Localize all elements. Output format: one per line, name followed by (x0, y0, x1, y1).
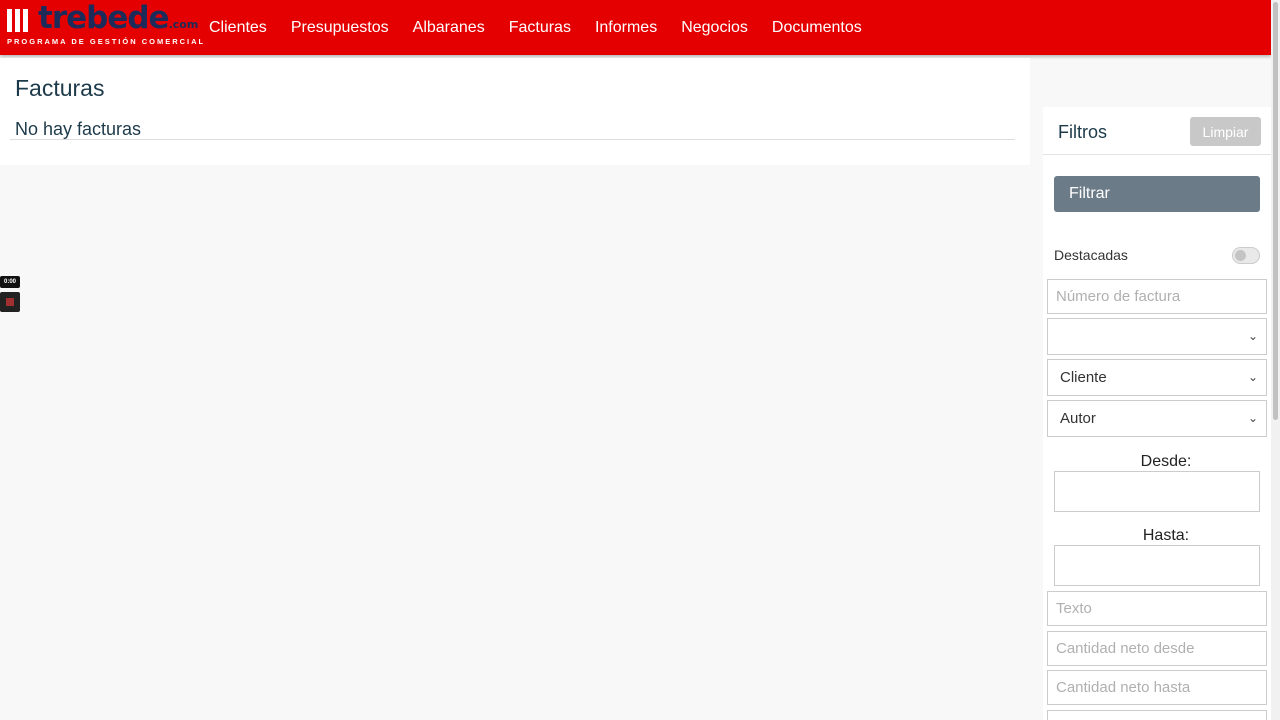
chevron-down-icon: ⌄ (1247, 329, 1258, 343)
main-nav: Clientes Presupuestos Albaranes Facturas… (209, 19, 886, 37)
invoices-panel: Facturas No hay facturas (0, 58, 1030, 165)
client-select-value: Cliente (1060, 369, 1107, 386)
featured-label: Destacadas (1054, 247, 1128, 263)
recorder-timer: 0:00 (0, 276, 20, 288)
filters-title: Filtros (1058, 122, 1107, 142)
clear-filters-button[interactable]: Limpiar (1190, 117, 1261, 146)
date-from-label: Desde: (1140, 453, 1192, 470)
featured-row: Destacadas (1054, 245, 1260, 267)
page-title: Facturas (15, 75, 105, 101)
nav-documentos[interactable]: Documentos (772, 19, 862, 37)
stop-icon (6, 298, 14, 306)
nav-facturas[interactable]: Facturas (509, 19, 571, 37)
status-select[interactable]: ⌄ (1047, 318, 1267, 355)
nav-albaranes[interactable]: Albaranes (413, 19, 485, 37)
filters-panel: Filtros Limpiar Filtrar Destacadas ⌄ Cli… (1043, 107, 1271, 720)
scrollbar-thumb[interactable] (1273, 2, 1278, 420)
page-scrollbar[interactable] (1271, 0, 1280, 720)
toggle-knob (1235, 250, 1246, 261)
chevron-down-icon: ⌄ (1247, 411, 1258, 425)
date-from-input[interactable] (1054, 471, 1260, 512)
net-amount-to-input[interactable] (1047, 670, 1267, 705)
featured-toggle[interactable] (1232, 247, 1260, 264)
author-select-value: Autor (1060, 410, 1096, 427)
trebede-logo[interactable]: trebede.com PROGRAMA DE GESTIÓN COMERCIA… (0, 0, 203, 55)
date-to-input[interactable] (1054, 545, 1260, 586)
top-navbar: trebede.com PROGRAMA DE GESTIÓN COMERCIA… (0, 0, 1271, 55)
nav-negocios[interactable]: Negocios (681, 19, 748, 37)
net-amount-from-input[interactable] (1047, 631, 1267, 666)
nav-clientes[interactable]: Clientes (209, 19, 267, 37)
client-select[interactable]: Cliente ⌄ (1047, 359, 1267, 396)
author-select[interactable]: Autor ⌄ (1047, 400, 1267, 437)
nav-informes[interactable]: Informes (595, 19, 657, 37)
nav-presupuestos[interactable]: Presupuestos (291, 19, 389, 37)
divider (10, 139, 1015, 140)
chevron-down-icon: ⌄ (1247, 370, 1258, 384)
date-to-label: Hasta: (1142, 527, 1190, 544)
logo-tagline: PROGRAMA DE GESTIÓN COMERCIAL (7, 37, 206, 46)
logo-bars-icon (7, 9, 28, 32)
logo-word: trebede.com (38, 0, 199, 36)
text-search-input[interactable] (1047, 591, 1267, 626)
apply-filter-button[interactable]: Filtrar (1054, 176, 1260, 212)
empty-state-message: No hay facturas (15, 119, 142, 139)
additional-filter-input[interactable] (1047, 710, 1267, 720)
invoice-number-input[interactable] (1047, 279, 1267, 314)
recorder-stop-button[interactable] (0, 292, 20, 312)
filters-header: Filtros Limpiar (1043, 107, 1271, 155)
